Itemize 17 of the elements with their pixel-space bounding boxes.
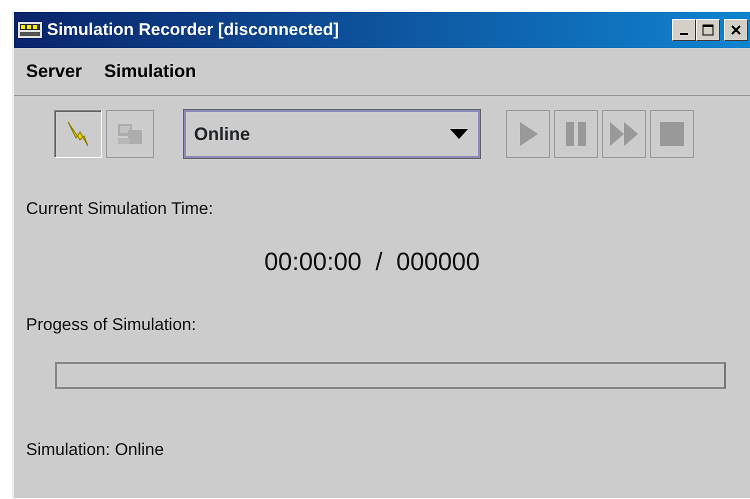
connect-button[interactable] bbox=[54, 110, 102, 158]
maximize-button[interactable] bbox=[696, 19, 720, 41]
window-title: Simulation Recorder [disconnected] bbox=[47, 19, 339, 42]
close-button[interactable] bbox=[724, 19, 748, 41]
status-text: Simulation: Online bbox=[26, 440, 164, 458]
close-icon bbox=[730, 24, 742, 36]
app-icon bbox=[18, 22, 42, 38]
menu-item[interactable]: Server bbox=[26, 58, 82, 85]
maximize-icon bbox=[702, 24, 714, 36]
time-value: 00:00:00 / 000000 bbox=[264, 248, 480, 276]
caret-icon bbox=[450, 129, 468, 139]
mode-dropdown[interactable]: Online bbox=[184, 110, 480, 158]
progress-label: Progess of Simulation: bbox=[26, 314, 196, 334]
time-label: Current Simulation Time: bbox=[26, 199, 214, 218]
minimize-button[interactable] bbox=[672, 19, 696, 41]
minimize-icon bbox=[680, 33, 688, 35]
menu-item[interactable]: Simulation bbox=[104, 58, 196, 85]
